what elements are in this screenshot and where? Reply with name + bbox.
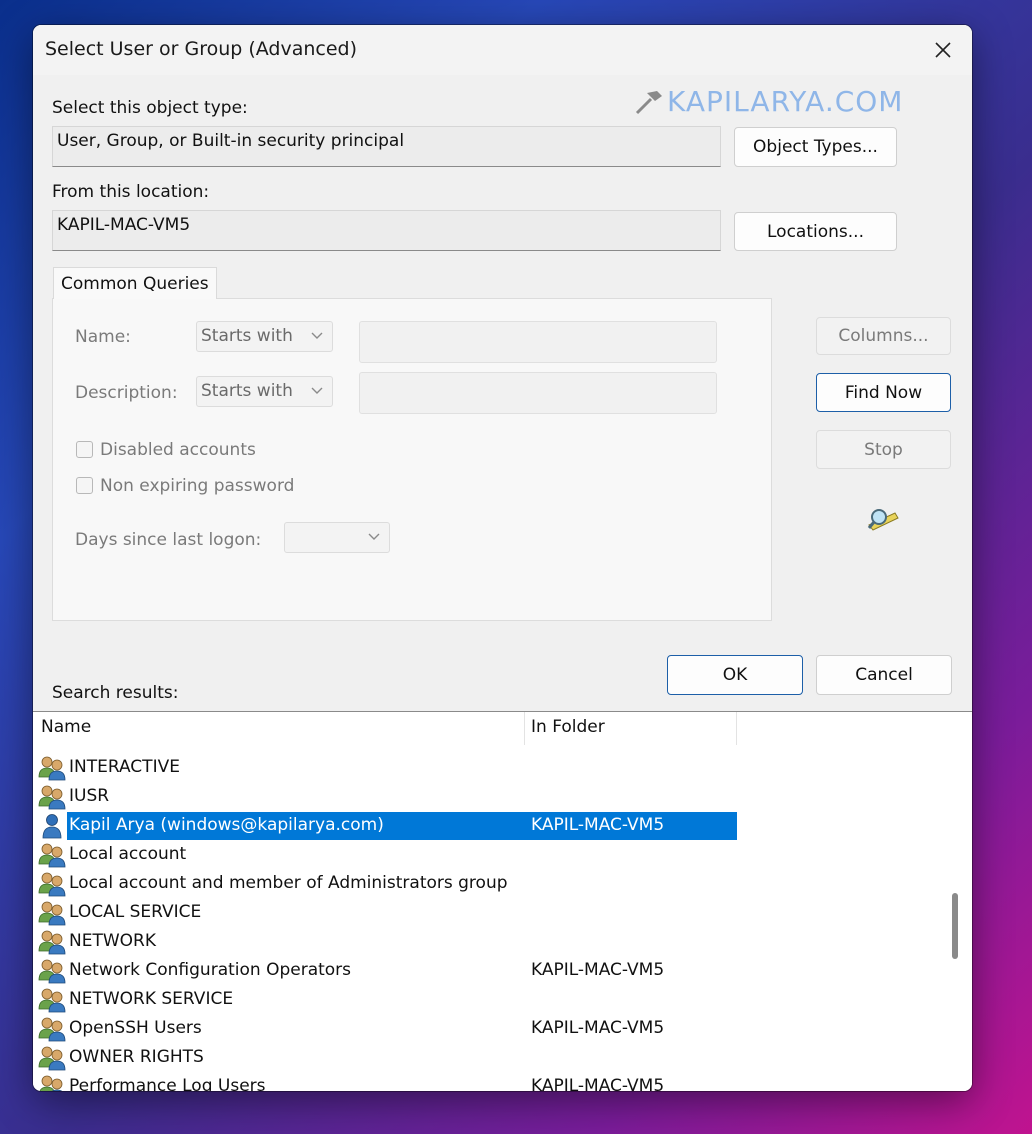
list-item[interactable]: Kapil Arya (windows@kapilarya.com) KAPIL-… <box>38 812 738 840</box>
description-mode-select: Starts with <box>196 376 333 407</box>
description-input <box>359 372 717 414</box>
title-bar: Select User or Group (Advanced) <box>33 25 972 75</box>
description-label: Description: <box>75 383 178 403</box>
column-divider[interactable] <box>524 712 525 745</box>
column-header-name[interactable]: Name <box>41 717 91 737</box>
list-item[interactable]: Local account and member of Administrato… <box>38 870 738 898</box>
result-name: OWNER RIGHTS <box>69 1047 204 1067</box>
object-type-field: User, Group, or Built-in security princi… <box>52 126 721 167</box>
hammer-icon <box>635 91 662 115</box>
result-name: LOCAL SERVICE <box>69 902 202 922</box>
search-results-list: Name In Folder INTERACTIVE IUSR Kapil Arya… <box>33 711 972 1091</box>
group-users-icon <box>38 958 66 984</box>
list-item[interactable]: NETWORK SERVICE <box>38 986 738 1014</box>
result-name: NETWORK <box>69 931 156 951</box>
list-item[interactable]: Network Configuration Operators KAPIL-MAC… <box>38 957 738 985</box>
result-folder: KAPIL-MAC-VM5 <box>531 815 665 835</box>
ok-button[interactable]: OK <box>667 655 803 695</box>
dialog-title: Select User or Group (Advanced) <box>45 38 358 60</box>
list-item[interactable]: Local account <box>38 841 738 869</box>
group-users-icon <box>38 871 66 897</box>
chevron-down-icon <box>368 533 380 540</box>
result-name: Kapil Arya (windows@kapilarya.com) <box>69 815 384 835</box>
list-item[interactable]: NETWORK <box>38 928 738 956</box>
disabled-accounts-checkbox <box>76 441 93 458</box>
user-icon <box>38 813 66 839</box>
group-users-icon <box>38 842 66 868</box>
list-item[interactable]: LOCAL SERVICE <box>38 899 738 927</box>
column-header-in-folder[interactable]: In Folder <box>531 717 605 737</box>
result-name: NETWORK SERVICE <box>69 989 234 1009</box>
days-since-logon-select <box>284 522 390 553</box>
result-folder: KAPIL-MAC-VM5 <box>531 1076 665 1091</box>
group-users-icon <box>38 929 66 955</box>
non-expiring-password-label: Non expiring password <box>100 476 295 496</box>
group-users-icon <box>38 1016 66 1042</box>
result-folder: KAPIL-MAC-VM5 <box>531 960 665 980</box>
magnifier-key-icon <box>865 503 901 533</box>
list-item[interactable]: OpenSSH Users KAPIL-MAC-VM5 <box>38 1015 738 1043</box>
group-users-icon <box>38 987 66 1013</box>
result-name: Network Configuration Operators <box>69 960 352 980</box>
non-expiring-password-checkbox <box>76 477 93 494</box>
close-button[interactable] <box>928 35 958 65</box>
result-name: Local account <box>69 844 187 864</box>
column-divider[interactable] <box>736 712 737 745</box>
name-label: Name: <box>75 327 131 347</box>
stop-button: Stop <box>816 430 951 469</box>
result-name: IUSR <box>69 786 110 806</box>
object-types-button[interactable]: Object Types... <box>734 127 897 167</box>
cancel-button[interactable]: Cancel <box>816 655 952 695</box>
locations-button[interactable]: Locations... <box>734 212 897 251</box>
result-name: Local account and member of Administrato… <box>69 873 508 893</box>
watermark-text: KAPILARYA.COM <box>667 85 904 118</box>
group-users-icon <box>38 1074 66 1091</box>
chevron-down-icon <box>311 387 323 394</box>
columns-button: Columns... <box>816 317 951 355</box>
list-item[interactable]: INTERACTIVE <box>38 754 738 782</box>
find-now-button[interactable]: Find Now <box>816 373 951 412</box>
object-type-label: Select this object type: <box>52 98 248 118</box>
list-item[interactable]: OWNER RIGHTS <box>38 1044 738 1072</box>
list-item[interactable]: IUSR <box>38 783 738 811</box>
result-name: OpenSSH Users <box>69 1018 202 1038</box>
location-field: KAPIL-MAC-VM5 <box>52 210 721 251</box>
location-label: From this location: <box>52 182 210 202</box>
description-mode-value: Starts with <box>201 381 293 401</box>
chevron-down-icon <box>311 332 323 339</box>
watermark-logo: KAPILARYA.COM <box>635 85 903 118</box>
result-name: INTERACTIVE <box>69 757 180 777</box>
name-mode-select: Starts with <box>196 321 333 352</box>
search-results-label: Search results: <box>52 683 179 703</box>
tab-common-queries[interactable]: Common Queries <box>53 267 217 299</box>
name-input <box>359 321 717 363</box>
result-folder: KAPIL-MAC-VM5 <box>531 1018 665 1038</box>
select-user-dialog: Select User or Group (Advanced) KAPILARY… <box>33 25 972 1091</box>
group-users-icon <box>38 900 66 926</box>
days-since-logon-label: Days since last logon: <box>75 530 262 550</box>
name-mode-value: Starts with <box>201 326 293 346</box>
result-name: Performance Log Users <box>69 1076 266 1091</box>
group-users-icon <box>38 784 66 810</box>
list-item[interactable]: Performance Log Users KAPIL-MAC-VM5 <box>38 1073 738 1091</box>
scrollbar-thumb[interactable] <box>952 893 958 959</box>
group-users-icon <box>38 1045 66 1071</box>
close-icon <box>935 42 951 58</box>
group-users-icon <box>38 755 66 781</box>
disabled-accounts-label: Disabled accounts <box>100 440 256 460</box>
